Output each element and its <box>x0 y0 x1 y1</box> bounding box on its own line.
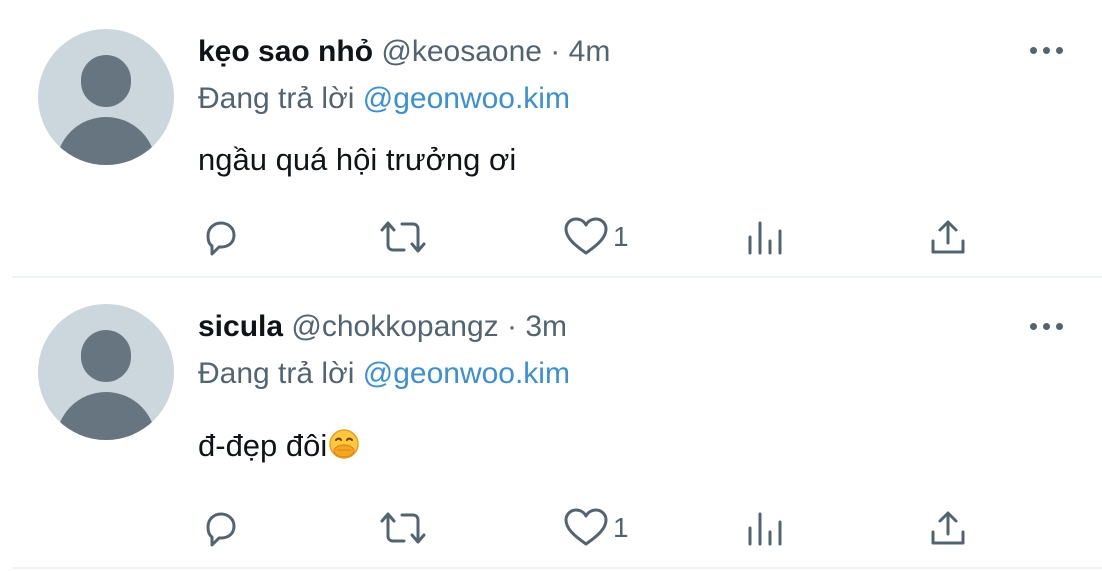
replying-to-mention[interactable]: @geonwoo.kim <box>363 82 570 115</box>
replying-to-prefix: Đang trả lời <box>198 357 355 390</box>
avatar-body-shape <box>56 392 156 440</box>
reply-bubble-icon <box>206 512 236 547</box>
like-count: 1 <box>613 221 629 252</box>
replying-to-line: Đang trả lời @geonwoo.kim <box>198 357 570 391</box>
divider <box>12 567 1102 569</box>
user-handle[interactable]: @chokkopangz <box>291 310 498 343</box>
reply-bubble-icon <box>206 221 236 256</box>
share-button[interactable] <box>928 217 968 257</box>
reply-tweet[interactable]: sicula @chokkopangz · 3m Đang trả lời @g… <box>0 283 1102 569</box>
more-dots-icon[interactable] <box>1030 40 1070 60</box>
tweet-header: sicula @chokkopangz · 3m <box>198 310 567 344</box>
replying-to-prefix: Đang trả lời <box>198 82 355 115</box>
tweet-text: đ-đẹp đôi <box>198 428 360 468</box>
replying-to-line: Đang trả lời @geonwoo.kim <box>198 82 570 116</box>
like-button[interactable]: 1 <box>563 217 629 257</box>
views-chart-icon <box>748 221 782 255</box>
share-icon <box>931 511 965 545</box>
tweet-text-content: đ-đẹp đôi <box>198 428 328 463</box>
reply-tweet[interactable]: kẹo sao nhỏ @keosaone · 4m Đang trả lời … <box>0 0 1102 280</box>
share-button[interactable] <box>928 508 968 548</box>
separator-dot: · <box>507 310 517 343</box>
tweet-text: ngầu quá hội trưởng ơi <box>198 142 516 178</box>
retweet-button[interactable] <box>378 217 428 257</box>
retweet-icon <box>380 512 426 544</box>
face-with-hand-over-mouth-icon <box>328 428 360 468</box>
share-icon <box>931 220 965 254</box>
views-chart-icon <box>748 512 782 546</box>
separator-dot: · <box>550 35 561 68</box>
display-name[interactable]: sicula <box>198 310 283 343</box>
timestamp[interactable]: 3m <box>525 310 567 343</box>
heart-icon <box>564 217 608 255</box>
timestamp[interactable]: 4m <box>569 35 611 68</box>
more-dots-icon[interactable] <box>1030 316 1070 336</box>
avatar[interactable] <box>38 304 174 440</box>
avatar-body-shape <box>56 117 156 165</box>
display-name[interactable]: kẹo sao nhỏ <box>198 35 373 68</box>
avatar-head-shape <box>81 330 131 382</box>
divider <box>12 276 1102 278</box>
views-button[interactable] <box>744 508 784 548</box>
tweet-text-content: ngầu quá hội trưởng ơi <box>198 142 517 177</box>
retweet-icon <box>380 221 426 253</box>
user-handle[interactable]: @keosaone <box>381 35 542 68</box>
reply-button[interactable] <box>200 508 240 548</box>
views-button[interactable] <box>744 217 784 257</box>
retweet-button[interactable] <box>378 508 428 548</box>
heart-icon <box>564 508 608 546</box>
like-count: 1 <box>613 512 629 543</box>
like-button[interactable]: 1 <box>563 508 629 548</box>
reply-button[interactable] <box>200 217 240 257</box>
tweet-header: kẹo sao nhỏ @keosaone · 4m <box>198 35 610 69</box>
avatar[interactable] <box>38 29 174 165</box>
avatar-head-shape <box>81 55 131 107</box>
replying-to-mention[interactable]: @geonwoo.kim <box>363 357 570 390</box>
